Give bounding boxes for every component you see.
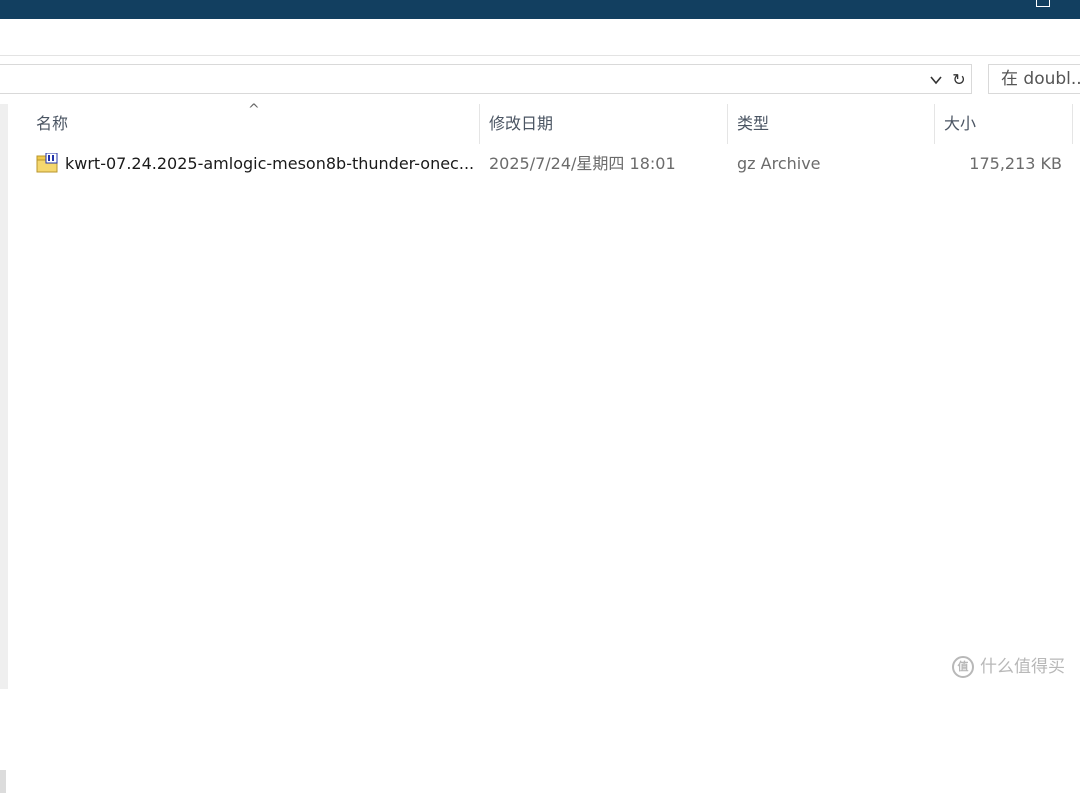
column-header-name[interactable]: 名称: [36, 104, 68, 144]
window-titlebar: [0, 0, 1080, 19]
column-header-type[interactable]: 类型: [737, 104, 769, 144]
column-header-date[interactable]: 修改日期: [489, 104, 553, 144]
column-header-size[interactable]: 大小: [944, 104, 976, 144]
scrollbar-thumb[interactable]: [0, 770, 6, 793]
column-divider[interactable]: [934, 104, 935, 144]
file-size: 175,213 KB: [969, 154, 1062, 173]
watermark: 值 什么值得买: [952, 654, 1080, 682]
column-header: ^ 名称 修改日期 类型 大小: [8, 102, 1080, 144]
archive-file-icon: [36, 153, 58, 173]
ribbon-area: [0, 19, 1080, 56]
file-type: gz Archive: [737, 154, 821, 173]
file-name[interactable]: kwrt-07.24.2025-amlogic-meson8b-thunder-…: [65, 148, 475, 180]
address-bar[interactable]: ↻: [0, 64, 972, 94]
navigation-pane-edge: [0, 104, 8, 793]
watermark-logo-icon: 值: [952, 656, 974, 678]
file-row[interactable]: kwrt-07.24.2025-amlogic-meson8b-thunder-…: [8, 148, 1080, 180]
column-divider[interactable]: [1072, 104, 1073, 144]
search-input[interactable]: 在 doubl...: [988, 64, 1080, 94]
file-modified-date: 2025/7/24/星期四 18:01: [489, 154, 676, 173]
column-divider[interactable]: [479, 104, 480, 144]
watermark-text: 什么值得买: [980, 657, 1065, 677]
sort-ascending-icon: ^: [248, 102, 260, 118]
chevron-down-icon[interactable]: [928, 73, 944, 87]
column-divider[interactable]: [727, 104, 728, 144]
refresh-icon[interactable]: ↻: [949, 71, 969, 89]
restore-window-icon[interactable]: [1036, 0, 1050, 7]
